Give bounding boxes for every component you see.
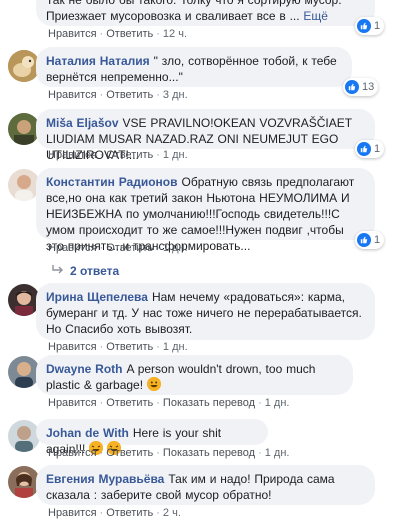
comment-actions: Нравится · Ответить · 12 ч. — [48, 28, 188, 40]
comment-author[interactable]: Dwayne Roth — [46, 362, 123, 376]
like-link[interactable]: Нравится — [48, 447, 97, 459]
reply-link[interactable]: Ответить — [106, 341, 153, 353]
translate-link[interactable]: Показать перевод — [163, 447, 255, 459]
comment-author[interactable]: Miša Eljašov — [46, 116, 119, 130]
like-link[interactable]: Нравится — [48, 341, 97, 353]
reaction-count[interactable]: 1 — [355, 17, 385, 35]
timestamp[interactable]: 1 дн. — [163, 242, 188, 254]
reaction-number: 1 — [374, 143, 381, 155]
timestamp[interactable]: 1 дн. — [265, 447, 290, 459]
comment-actions: Нравится · Ответить · Показать перевод · 1 дн. — [48, 397, 290, 409]
timestamp[interactable]: 3 дн. — [163, 89, 188, 101]
timestamp[interactable]: 1 дн. — [265, 397, 290, 409]
comment-bubble: Так не было бы такого. Толку что я сорти… — [36, 0, 375, 26]
like-icon — [357, 142, 371, 156]
like-icon — [345, 80, 359, 94]
comment-bubble: Dwayne Roth A person wouldn't drown, too … — [36, 355, 353, 395]
comment-actions: Нравится · Ответить · 1 дн. — [48, 242, 188, 254]
reaction-count[interactable]: 1 — [355, 231, 385, 249]
reaction-count[interactable]: 1 — [355, 140, 385, 158]
like-link[interactable]: Нравится — [48, 89, 97, 101]
timestamp[interactable]: 2 ч. — [163, 507, 181, 519]
like-link[interactable]: Нравится — [48, 242, 97, 254]
comment-bubble: Наталия Наталия " зло, сотворённое тобой,… — [36, 47, 352, 87]
comment-bubble: Ирина Щепелева Нам нечему «радоваться»: к… — [36, 283, 375, 340]
comment-bubble: Евгения Муравьёва Так им и надо! Природа … — [36, 465, 375, 505]
view-replies-link[interactable]: 2 ответа — [52, 264, 119, 278]
like-link[interactable]: Нравится — [48, 397, 97, 409]
comment-bubble: Johan de With Here is your shit again!!! — [36, 419, 268, 456]
reaction-number: 13 — [362, 81, 375, 93]
avatar[interactable] — [8, 420, 40, 452]
reply-link[interactable]: Ответить — [106, 89, 153, 101]
like-link[interactable]: Нравится — [48, 149, 97, 161]
reply-link[interactable]: Ответить — [106, 447, 153, 459]
like-link[interactable]: Нравится — [48, 507, 97, 519]
comment-actions: Нравится · Ответить · Показать перевод · 1 дн. — [48, 447, 290, 459]
reaction-count[interactable]: 13 — [343, 78, 379, 96]
like-icon — [357, 233, 371, 247]
like-icon — [357, 19, 371, 33]
reply-link[interactable]: Ответить — [106, 397, 153, 409]
timestamp[interactable]: 1 дн. — [163, 341, 188, 353]
replies-count: 2 ответа — [70, 264, 120, 278]
comment-author[interactable]: Ирина Щепелева — [46, 290, 148, 304]
reaction-number: 1 — [374, 20, 381, 32]
comment-bubble: Miša Eljašov VSE PRAVILNO!OKEAN VOZVRAŠČI… — [36, 109, 375, 162]
grinning-emoji-icon — [146, 377, 161, 391]
comment-bubble: Константин Радионов Обратную связь предпо… — [36, 168, 375, 253]
timestamp[interactable]: 1 дн. — [163, 149, 188, 161]
reaction-number: 1 — [374, 234, 381, 246]
timestamp[interactable]: 12 ч. — [163, 28, 187, 40]
comment-text: Так не было бы такого. Толку что я сорти… — [46, 0, 342, 23]
comment-actions: Нравится · Ответить · 2 ч. — [48, 507, 181, 519]
comment-actions: Нравится · Ответить · 3 дн. — [48, 89, 188, 101]
comment-actions: Нравится · Ответить · 1 дн. — [48, 341, 188, 353]
comment-author[interactable]: Johan de With — [46, 426, 129, 440]
reply-link[interactable]: Ответить — [106, 149, 153, 161]
comment-actions: Нравится · Ответить · 1 дн. — [48, 149, 188, 161]
reply-link[interactable]: Ответить — [106, 28, 153, 40]
translate-link[interactable]: Показать перевод — [163, 397, 255, 409]
reply-link[interactable]: Ответить — [106, 507, 153, 519]
reply-arrow-icon — [52, 264, 64, 278]
like-link[interactable]: Нравится — [48, 28, 97, 40]
comment-author[interactable]: Наталия Наталия — [46, 54, 150, 68]
comment-author[interactable]: Константин Радионов — [46, 175, 178, 189]
see-more-link[interactable]: Ещё — [303, 9, 328, 23]
reply-link[interactable]: Ответить — [106, 242, 153, 254]
comment-author[interactable]: Евгения Муравьёва — [46, 472, 164, 486]
